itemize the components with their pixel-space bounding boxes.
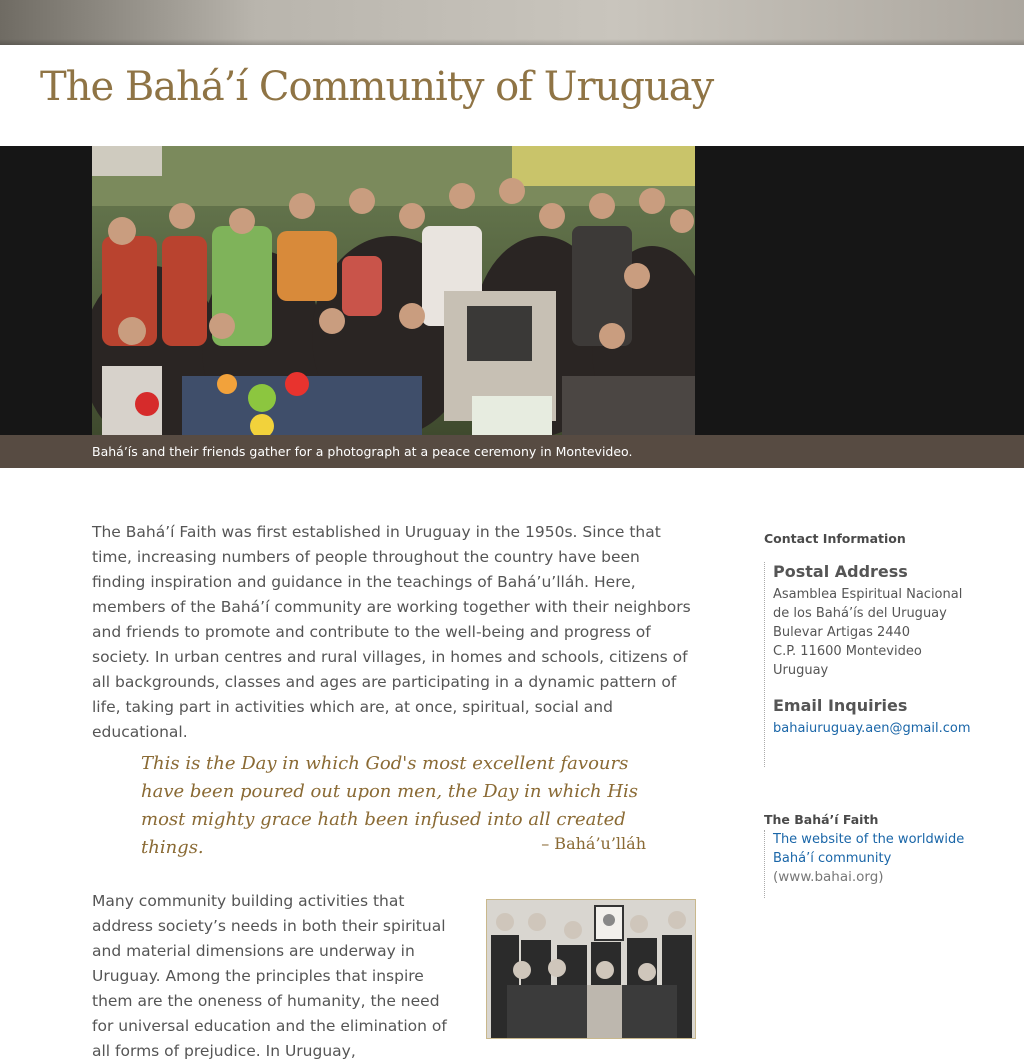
- quote-attribution: – Bahá’u’lláh: [541, 834, 646, 853]
- community-paragraph: Many community building activities that …: [92, 892, 447, 1060]
- site-title[interactable]: The Bahá’í Community of Uruguay: [40, 64, 714, 110]
- contact-box: Postal Address Asamblea Espiritual Nacio…: [764, 562, 971, 767]
- group-photo-image: [92, 146, 695, 435]
- hero-caption: Bahá’ís and their friends gather for a p…: [92, 444, 633, 459]
- postal-line: C.P. 11600 Montevideo: [773, 644, 922, 659]
- postal-line: de los Bahá’ís del Uruguay: [773, 606, 947, 621]
- intro-paragraph: The Bahá’í Faith was first established i…: [92, 523, 691, 741]
- hero-photo: [92, 146, 695, 435]
- bahai-website-link[interactable]: The website of the worldwide Bahá’í comm…: [773, 830, 989, 868]
- historic-group-photo: [486, 899, 696, 1039]
- bahai-faith-box: The website of the worldwide Bahá’í comm…: [764, 830, 989, 898]
- top-gradient-bar: [0, 0, 1024, 45]
- bahai-website-url: (www.bahai.org): [773, 869, 884, 885]
- postal-line: Uruguay: [773, 663, 829, 678]
- postal-line: Asamblea Espiritual Nacional: [773, 587, 963, 602]
- bahai-faith-heading: The Bahá’í Faith: [764, 812, 879, 827]
- postal-address-heading: Postal Address: [773, 562, 908, 581]
- email-heading: Email Inquiries: [773, 696, 908, 715]
- postal-line: Bulevar Artigas 2440: [773, 625, 911, 640]
- email-link[interactable]: bahaiuruguay.aen@gmail.com: [773, 719, 971, 738]
- historic-photo-image: [487, 900, 695, 1038]
- contact-heading: Contact Information: [764, 531, 906, 546]
